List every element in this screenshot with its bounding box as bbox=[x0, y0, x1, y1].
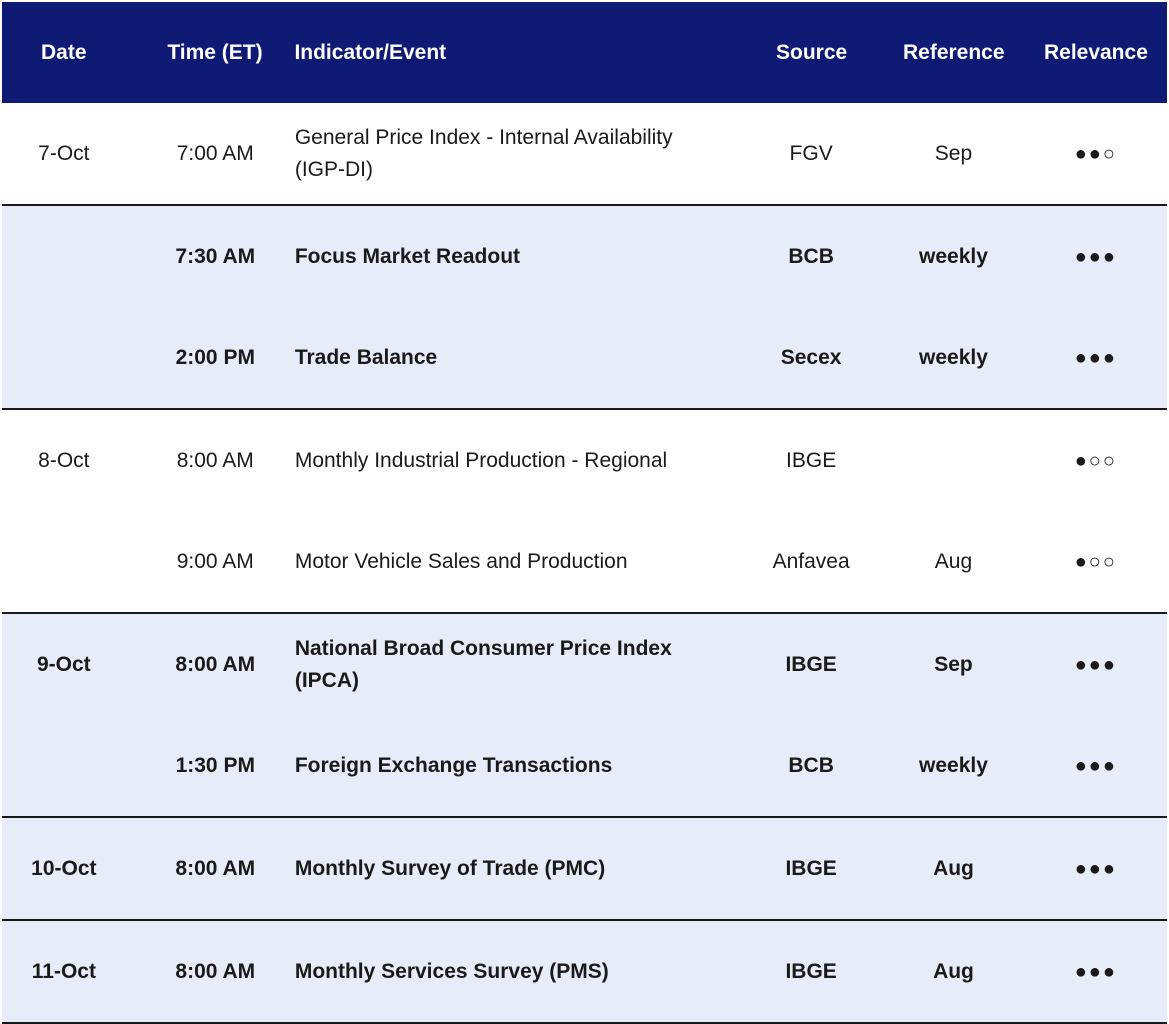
header-relevance: Relevance bbox=[1043, 40, 1148, 64]
date-group: 11-Oct 8:00 AM Monthly Services Survey (PM… bbox=[2, 921, 1167, 1024]
row-reference: weekly bbox=[919, 753, 988, 777]
table-row: 7-Oct 7:00 AM General Price Index - Intern… bbox=[2, 103, 1167, 204]
economic-calendar-table: Date Time (ET) Indicator/Event Source Re… bbox=[2, 2, 1167, 1024]
row-reference: Aug bbox=[934, 549, 973, 573]
row-reference: Sep bbox=[934, 652, 973, 676]
row-date: 7-Oct bbox=[38, 141, 90, 165]
row-source: IBGE bbox=[785, 856, 837, 880]
date-group: 10-Oct 8:00 AM Monthly Survey of Trade (PM… bbox=[2, 818, 1167, 921]
row-indicator: Monthly Industrial Production - Regional bbox=[294, 448, 668, 472]
table-row: 9-Oct 8:00 AM National Broad Consumer Pric… bbox=[2, 614, 1167, 715]
table-row: 11-Oct 8:00 AM Monthly Services Survey (PM… bbox=[2, 921, 1167, 1022]
row-time: 2:00 PM bbox=[175, 345, 255, 369]
row-indicator: Monthly Survey of Trade (PMC) bbox=[294, 856, 606, 880]
row-date: 8-Oct bbox=[38, 448, 90, 472]
table-row: 7:30 AM Focus Market Readout BCB weekly ●●● bbox=[2, 206, 1167, 307]
header-indicator: Indicator/Event bbox=[294, 40, 447, 64]
row-indicator: National Broad Consumer Price Index (IPC… bbox=[294, 636, 672, 692]
header-time: Time (ET) bbox=[167, 40, 263, 64]
row-indicator: Focus Market Readout bbox=[294, 244, 521, 268]
row-time: 7:00 AM bbox=[176, 141, 254, 165]
row-source: BCB bbox=[788, 753, 834, 777]
row-date: 9-Oct bbox=[37, 652, 91, 676]
relevance-dots: ●●● bbox=[1074, 346, 1117, 369]
row-source: IBGE bbox=[786, 448, 837, 472]
date-group: 8-Oct 8:00 AM Monthly Industrial Productio… bbox=[2, 410, 1167, 614]
row-reference: weekly bbox=[919, 345, 988, 369]
row-source: IBGE bbox=[785, 959, 837, 983]
header-source: Source bbox=[776, 40, 848, 64]
row-source: Secex bbox=[780, 345, 842, 369]
row-indicator: General Price Index - Internal Availabil… bbox=[294, 125, 673, 181]
row-time: 7:30 AM bbox=[175, 244, 256, 268]
row-source: Anfavea bbox=[772, 549, 850, 573]
relevance-dots: ●○○ bbox=[1074, 449, 1117, 472]
row-time: 9:00 AM bbox=[176, 549, 254, 573]
relevance-dots: ●○○ bbox=[1074, 550, 1117, 573]
row-reference: Aug bbox=[933, 959, 974, 983]
header-date: Date bbox=[41, 40, 87, 64]
table-row: 8-Oct 8:00 AM Monthly Industrial Productio… bbox=[2, 410, 1167, 511]
date-group: 7:30 AM Focus Market Readout BCB weekly ●●● 2… bbox=[2, 206, 1167, 410]
row-time: 8:00 AM bbox=[175, 652, 256, 676]
relevance-dots: ●●● bbox=[1074, 960, 1117, 983]
table-row: 2:00 PM Trade Balance Secex weekly ●●● bbox=[2, 307, 1167, 408]
table-body: 7-Oct 7:00 AM General Price Index - Intern… bbox=[2, 103, 1167, 1024]
relevance-dots: ●●● bbox=[1074, 857, 1117, 880]
relevance-dots: ●●● bbox=[1074, 754, 1117, 777]
row-reference: weekly bbox=[919, 244, 988, 268]
row-indicator: Motor Vehicle Sales and Production bbox=[294, 549, 628, 573]
row-time: 1:30 PM bbox=[175, 753, 255, 777]
row-source: BCB bbox=[788, 244, 834, 268]
row-indicator: Monthly Services Survey (PMS) bbox=[294, 959, 609, 983]
date-group: 7-Oct 7:00 AM General Price Index - Intern… bbox=[2, 103, 1167, 206]
table-row: 10-Oct 8:00 AM Monthly Survey of Trade (PM… bbox=[2, 818, 1167, 919]
row-time: 8:00 AM bbox=[175, 959, 256, 983]
row-source: IBGE bbox=[785, 652, 837, 676]
relevance-dots: ●●● bbox=[1074, 653, 1117, 676]
row-reference: Sep bbox=[934, 141, 973, 165]
row-date: 10-Oct bbox=[31, 856, 97, 880]
table-row: 9:00 AM Motor Vehicle Sales and Productio… bbox=[2, 511, 1167, 612]
table-row: 1:30 PM Foreign Exchange Transactions BCB w… bbox=[2, 715, 1167, 816]
row-indicator: Trade Balance bbox=[294, 345, 438, 369]
row-source: FGV bbox=[789, 141, 833, 165]
table-header: Date Time (ET) Indicator/Event Source Re… bbox=[2, 2, 1167, 103]
relevance-dots: ●●● bbox=[1074, 245, 1117, 268]
row-reference: Aug bbox=[933, 856, 974, 880]
row-time: 8:00 AM bbox=[175, 856, 256, 880]
row-time: 8:00 AM bbox=[176, 448, 254, 472]
row-date: 11-Oct bbox=[31, 959, 96, 983]
row-indicator: Foreign Exchange Transactions bbox=[294, 753, 613, 777]
date-group: 9-Oct 8:00 AM National Broad Consumer Pric… bbox=[2, 614, 1167, 818]
relevance-dots: ●●○ bbox=[1074, 142, 1117, 165]
header-reference: Reference bbox=[902, 40, 1005, 64]
